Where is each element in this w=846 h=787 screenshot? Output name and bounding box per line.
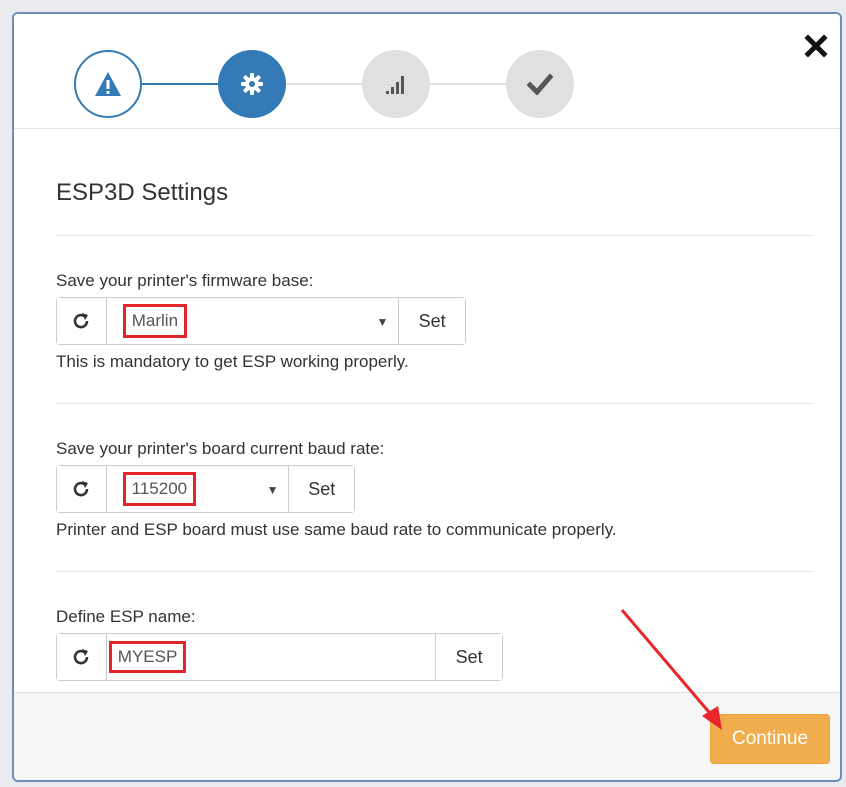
wizard-footer: Continue: [14, 692, 840, 780]
step-connector-1: [142, 83, 220, 85]
firmware-set-button[interactable]: Set: [398, 298, 465, 344]
page-title: ESP3D Settings: [56, 179, 229, 206]
step-connector-3: [430, 83, 506, 85]
close-button[interactable]: [802, 32, 830, 60]
esp-name-input[interactable]: MYESP: [107, 634, 436, 680]
firmware-section: Save your printer's firmware base: Marli…: [56, 271, 812, 372]
esp-name-value: MYESP: [108, 641, 187, 673]
firmware-input-group: Marlin ▼ Set: [56, 297, 466, 345]
firmware-refresh-button[interactable]: [57, 298, 107, 344]
esp-name-section: Define ESP name: MYESP Set: [56, 607, 812, 681]
baud-selected-value: 115200: [122, 472, 197, 506]
divider: [56, 403, 812, 404]
baud-set-button[interactable]: Set: [288, 466, 354, 512]
gear-icon: [241, 73, 263, 95]
baud-select[interactable]: 115200 ▼: [107, 466, 289, 512]
step-complete[interactable]: [506, 50, 574, 118]
baud-refresh-button[interactable]: [57, 466, 107, 512]
firmware-help-text: This is mandatory to get ESP working pro…: [56, 352, 409, 371]
refresh-icon: [74, 313, 89, 329]
refresh-icon: [74, 649, 89, 665]
refresh-icon: [74, 481, 89, 497]
continue-button[interactable]: Continue: [710, 714, 830, 764]
baud-section: Save your printer's board current baud r…: [56, 439, 812, 540]
baud-label: Save your printer's board current baud r…: [56, 439, 385, 458]
step-connection[interactable]: [362, 50, 430, 118]
baud-help-text: Printer and ESP board must use same baud…: [56, 520, 617, 539]
check-icon: [527, 73, 553, 95]
firmware-selected-value: Marlin: [122, 304, 188, 338]
chevron-down-icon: ▼: [266, 483, 279, 497]
step-settings[interactable]: [218, 50, 286, 118]
signal-icon: [386, 76, 404, 94]
divider: [56, 235, 812, 236]
step-warning[interactable]: [74, 50, 142, 118]
chevron-down-icon: ▼: [376, 315, 389, 329]
step-connector-2: [286, 83, 362, 85]
baud-input-group: 115200 ▼ Set: [56, 465, 355, 513]
esp-name-input-group: MYESP Set: [56, 633, 503, 681]
wizard-header: [14, 14, 840, 129]
close-icon: [804, 34, 828, 58]
wizard-body: ESP3D Settings Save your printer's firmw…: [56, 128, 812, 681]
setup-wizard-dialog: ESP3D Settings Save your printer's firmw…: [12, 12, 842, 782]
esp-name-label: Define ESP name:: [56, 607, 196, 626]
esp-name-set-button[interactable]: Set: [435, 634, 502, 680]
divider: [56, 571, 812, 572]
warning-icon: [95, 72, 121, 96]
firmware-select[interactable]: Marlin ▼: [107, 298, 399, 344]
esp-name-refresh-button[interactable]: [57, 634, 107, 680]
firmware-label: Save your printer's firmware base:: [56, 271, 314, 290]
